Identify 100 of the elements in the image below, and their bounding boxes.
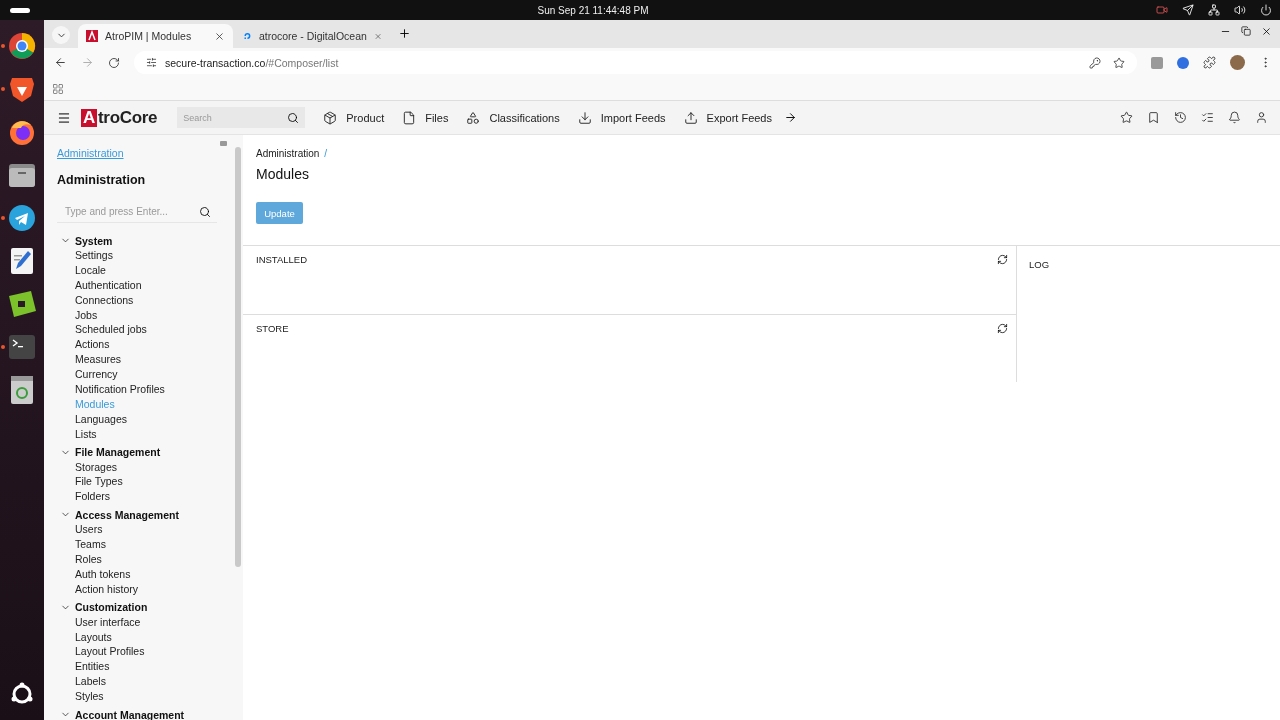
menu-item[interactable]: Styles — [57, 689, 243, 705]
user-icon[interactable] — [1255, 111, 1268, 124]
new-tab-icon[interactable] — [398, 26, 411, 40]
atrocore-logo[interactable]: A troCore — [81, 107, 158, 128]
lion-icon[interactable] — [9, 75, 35, 103]
upload-icon — [683, 110, 698, 125]
chrome-icon[interactable] — [8, 32, 36, 60]
refresh-icon[interactable] — [997, 254, 1008, 265]
apps-icon[interactable] — [52, 82, 64, 95]
refresh-icon[interactable] — [997, 323, 1008, 335]
menu-item[interactable]: Users — [57, 522, 243, 538]
menu-item[interactable]: Languages — [57, 411, 243, 427]
menu-item[interactable]: Action history — [57, 581, 243, 597]
menu-item[interactable]: Teams — [57, 537, 243, 553]
menu-item[interactable]: Entities — [57, 659, 243, 675]
menu-item[interactable]: Auth tokens — [57, 566, 243, 582]
breadcrumb-separator: / — [324, 148, 328, 159]
firefox-icon[interactable] — [8, 118, 36, 146]
menu-item[interactable]: Storages — [57, 459, 243, 475]
checklist-icon[interactable] — [1201, 111, 1214, 124]
menu-item[interactable]: Labels — [57, 674, 243, 690]
nav-link[interactable]: Import Feeds — [577, 110, 666, 125]
terminal-icon[interactable] — [8, 334, 36, 360]
logo-icon — [86, 30, 98, 42]
menu-item[interactable]: Locale — [57, 262, 243, 278]
key-icon[interactable] — [1089, 56, 1101, 69]
bell-icon[interactable] — [1228, 111, 1241, 124]
menu-item[interactable]: Authentication — [57, 277, 243, 293]
avatar-icon[interactable] — [1230, 55, 1245, 70]
panel-title: INSTALLED — [256, 254, 308, 267]
menu-item[interactable]: Connections — [57, 292, 243, 308]
menu-group[interactable]: File Management — [57, 444, 243, 460]
close-icon[interactable] — [214, 30, 225, 42]
menu-item[interactable]: Layouts — [57, 629, 243, 645]
file-icon — [402, 110, 417, 125]
nav-link[interactable]: Product — [323, 110, 385, 125]
bookmark-icon[interactable] — [1147, 111, 1160, 124]
browser-tab[interactable]: AtroPIM | Modules — [78, 24, 233, 48]
menu-item[interactable]: Actions — [57, 337, 243, 353]
nav-link[interactable]: Export Feeds — [683, 110, 772, 125]
panel-title: LOG — [1029, 259, 1050, 270]
power-icon[interactable] — [1260, 4, 1272, 16]
site-settings-icon[interactable] — [146, 57, 157, 68]
menu-group[interactable]: Account Management — [57, 707, 243, 720]
menu-item[interactable]: Measures — [57, 352, 243, 368]
shapes-icon — [466, 110, 481, 125]
star-icon[interactable] — [1120, 111, 1133, 124]
scrollbar[interactable] — [235, 147, 241, 567]
menu-item[interactable]: Settings — [57, 248, 243, 263]
app-icon[interactable] — [7, 290, 37, 318]
menu-item[interactable]: Layout Profiles — [57, 644, 243, 660]
extension-icon[interactable] — [1151, 56, 1163, 69]
telegram-icon[interactable] — [8, 204, 36, 232]
back-icon[interactable] — [54, 56, 67, 69]
menu-item[interactable]: Roles — [57, 552, 243, 567]
menu-item[interactable]: Currency — [57, 367, 243, 382]
search-icon[interactable] — [287, 111, 300, 124]
camera-icon[interactable] — [1156, 4, 1168, 16]
activities-indicator[interactable] — [10, 7, 30, 13]
search-icon[interactable] — [199, 205, 211, 218]
sidebar-title: Administration — [57, 173, 147, 187]
menu-icon[interactable] — [57, 110, 71, 125]
trash-icon[interactable] — [10, 375, 34, 405]
menu-item[interactable]: Folders — [57, 489, 243, 505]
arrow-right-icon[interactable] — [784, 111, 797, 124]
ubuntu-icon[interactable] — [10, 682, 34, 706]
page-title: Modules — [255, 165, 310, 182]
menu-item[interactable]: User interface — [57, 614, 243, 630]
reload-icon[interactable] — [108, 56, 120, 69]
menu-group[interactable]: System — [57, 233, 243, 248]
menu-item[interactable]: Lists — [57, 426, 243, 442]
menu-group[interactable]: Customization — [57, 599, 243, 615]
text-editor-icon[interactable] — [10, 247, 34, 275]
close-icon[interactable] — [1261, 26, 1272, 37]
browser-tab[interactable]: atrocore - DigitalOcean — [235, 24, 390, 48]
send-icon[interactable] — [1182, 4, 1194, 16]
menu-item[interactable]: Jobs — [57, 307, 243, 323]
download-icon — [577, 110, 592, 125]
panel-title: STORE — [256, 323, 289, 337]
menu-item[interactable]: Scheduled jobs — [57, 322, 243, 338]
menu-group[interactable]: Access Management — [57, 507, 243, 523]
volume-icon[interactable] — [1234, 4, 1246, 16]
search-field[interactable]: Search — [177, 107, 306, 128]
menu-item[interactable]: Notification Profiles — [57, 382, 243, 397]
folder-icon[interactable] — [8, 162, 36, 188]
restore-icon[interactable] — [1241, 26, 1251, 36]
ocean-logo-icon — [243, 30, 252, 42]
address-bar[interactable]: secure-transaction.co/#Composer/list — [134, 51, 1137, 74]
menu-item[interactable]: File Types — [57, 474, 243, 490]
nav-link[interactable]: Files — [402, 110, 449, 125]
package-icon — [323, 110, 338, 125]
nav-link[interactable]: Classifications — [466, 110, 560, 125]
search-field[interactable]: Type and press Enter... — [57, 200, 217, 223]
network-icon[interactable] — [1208, 4, 1220, 16]
star-icon[interactable] — [1113, 56, 1125, 69]
puzzle-icon[interactable] — [1203, 56, 1216, 69]
history-icon[interactable] — [1174, 111, 1187, 124]
clock[interactable]: Sun Sep 21 11:44:48 PM — [537, 4, 649, 16]
extension-icon[interactable] — [1177, 56, 1189, 69]
breadcrumb[interactable]: Administration — [256, 148, 320, 159]
